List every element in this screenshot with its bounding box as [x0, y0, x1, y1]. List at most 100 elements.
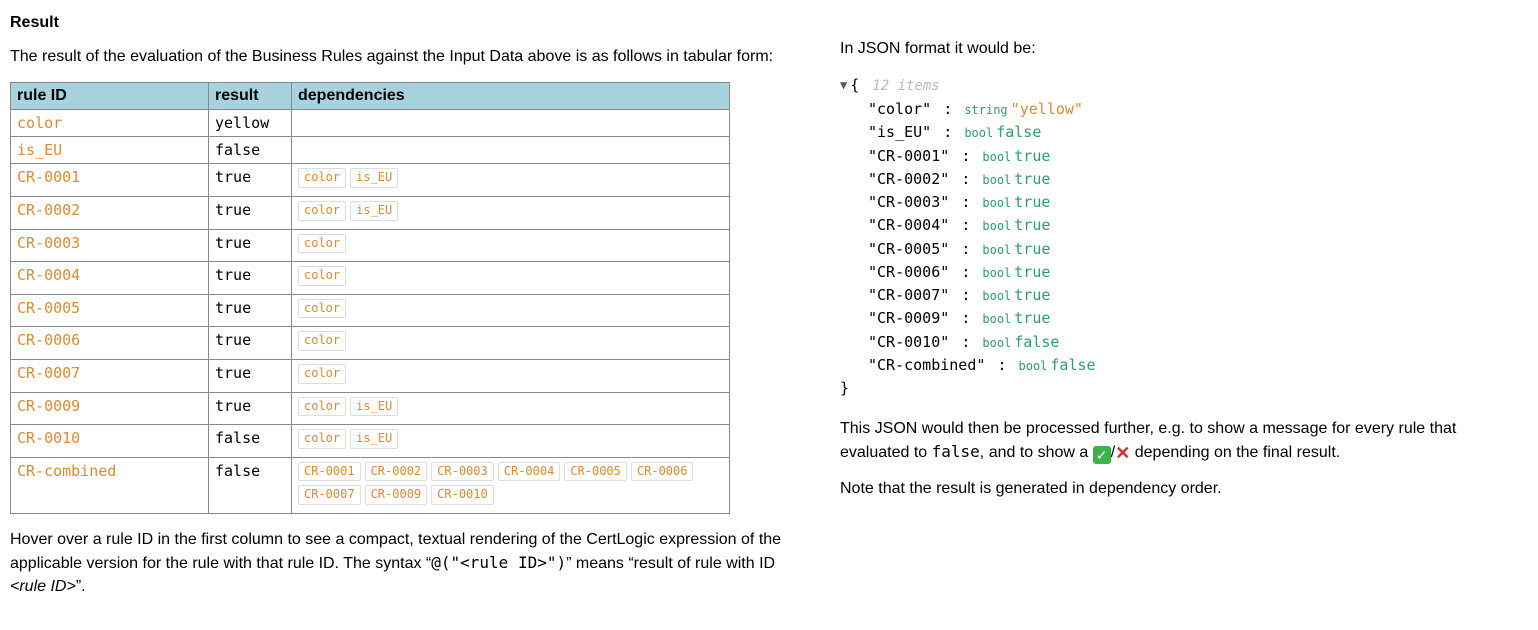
- json-open-line[interactable]: ▼{ 12 items: [840, 74, 1528, 98]
- dependencies-cell: color: [292, 327, 730, 360]
- collapse-toggle-icon[interactable]: ▼: [840, 76, 847, 95]
- dependency-tag: CR-0002: [365, 462, 428, 482]
- table-row: coloryellow: [11, 110, 730, 137]
- table-header-row: rule ID result dependencies: [11, 83, 730, 110]
- dependency-tag: CR-0006: [631, 462, 694, 482]
- table-row: CR-0006truecolor: [11, 327, 730, 360]
- rule-id-cell[interactable]: CR-0003: [11, 229, 209, 262]
- rule-id-cell[interactable]: CR-0002: [11, 196, 209, 229]
- dependencies-cell: coloris_EU: [292, 392, 730, 425]
- table-row: CR-0007truecolor: [11, 359, 730, 392]
- rule-id-cell[interactable]: CR-0005: [11, 294, 209, 327]
- dependencies-cell: coloris_EU: [292, 196, 730, 229]
- json-value: false: [1050, 356, 1095, 374]
- rule-id-cell[interactable]: CR-0009: [11, 392, 209, 425]
- json-type-label: bool: [982, 312, 1011, 326]
- json-type-label: bool: [982, 173, 1011, 187]
- json-key: "CR-0005": [868, 240, 949, 258]
- json-key: "CR-0010": [868, 333, 949, 351]
- hint-rule-id-em: <rule ID>: [10, 578, 76, 595]
- check-icon: ✓: [1093, 446, 1111, 464]
- rule-id-cell[interactable]: CR-0010: [11, 425, 209, 458]
- dependency-tag: CR-0009: [365, 485, 428, 505]
- table-row: CR-0004truecolor: [11, 262, 730, 295]
- followup-mid: , and to show a: [980, 444, 1093, 461]
- json-entry: "color" : string"yellow": [840, 98, 1528, 121]
- json-colon: :: [961, 309, 970, 327]
- dependencies-cell: coloris_EU: [292, 164, 730, 197]
- json-colon: :: [997, 356, 1006, 374]
- json-key: "CR-combined": [868, 356, 985, 374]
- dependencies-cell: coloris_EU: [292, 425, 730, 458]
- dependency-tag: is_EU: [350, 201, 398, 221]
- json-colon: :: [961, 170, 970, 188]
- json-type-label: bool: [982, 289, 1011, 303]
- json-entry: "CR-0003" : booltrue: [840, 191, 1528, 214]
- dependency-tag: CR-0003: [431, 462, 494, 482]
- json-type-label: bool: [982, 219, 1011, 233]
- hover-hint: Hover over a rule ID in the first column…: [10, 528, 800, 599]
- json-value: true: [1014, 147, 1050, 165]
- result-cell: true: [209, 164, 292, 197]
- dependency-tag: is_EU: [350, 397, 398, 417]
- result-cell: true: [209, 392, 292, 425]
- table-row: CR-0010falsecoloris_EU: [11, 425, 730, 458]
- rule-id-cell[interactable]: color: [11, 110, 209, 137]
- rule-id-cell[interactable]: CR-0004: [11, 262, 209, 295]
- json-value: true: [1014, 193, 1050, 211]
- json-colon: :: [961, 333, 970, 351]
- json-intro: In JSON format it would be:: [840, 38, 1528, 60]
- rule-id-cell[interactable]: CR-0001: [11, 164, 209, 197]
- json-value: false: [1014, 333, 1059, 351]
- json-colon: :: [961, 216, 970, 234]
- json-colon: :: [961, 263, 970, 281]
- result-cell: true: [209, 359, 292, 392]
- dependencies-cell: color: [292, 359, 730, 392]
- json-entry: "CR-combined" : boolfalse: [840, 354, 1528, 377]
- result-intro: The result of the evaluation of the Busi…: [10, 46, 800, 68]
- col-rule-id: rule ID: [11, 83, 209, 110]
- dependency-tag: color: [298, 331, 346, 351]
- json-type-label: bool: [982, 336, 1011, 350]
- result-cell: yellow: [209, 110, 292, 137]
- table-row: CR-combinedfalseCR-0001CR-0002CR-0003CR-…: [11, 457, 730, 513]
- json-key: "CR-0007": [868, 286, 949, 304]
- rule-id-cell[interactable]: CR-combined: [11, 457, 209, 513]
- table-row: is_EUfalse: [11, 137, 730, 164]
- json-key: "color": [868, 100, 931, 118]
- json-type-label: string: [964, 103, 1007, 117]
- dependencies-cell: [292, 110, 730, 137]
- json-value: true: [1014, 263, 1050, 281]
- result-cell: true: [209, 294, 292, 327]
- dependency-tag: color: [298, 266, 346, 286]
- rule-id-cell[interactable]: CR-0006: [11, 327, 209, 360]
- hint-syntax: @("<rule ID>"): [431, 553, 566, 572]
- dependency-tag: color: [298, 168, 346, 188]
- json-close-line: }: [840, 377, 1528, 400]
- json-key: "CR-0009": [868, 309, 949, 327]
- json-value: true: [1014, 216, 1050, 234]
- dependency-tag: color: [298, 397, 346, 417]
- json-type-label: bool: [982, 196, 1011, 210]
- result-cell: false: [209, 425, 292, 458]
- json-entry: "CR-0002" : booltrue: [840, 168, 1528, 191]
- rule-id-cell[interactable]: is_EU: [11, 137, 209, 164]
- dependency-tag: CR-0010: [431, 485, 494, 505]
- followup-false: false: [932, 442, 980, 461]
- json-type-label: bool: [964, 126, 993, 140]
- dependency-tag: CR-0005: [564, 462, 627, 482]
- table-row: CR-0003truecolor: [11, 229, 730, 262]
- brace-close: }: [840, 379, 849, 397]
- brace-open: {: [850, 76, 859, 94]
- dependencies-cell: color: [292, 229, 730, 262]
- result-cell: true: [209, 229, 292, 262]
- json-value: false: [996, 123, 1041, 141]
- rule-id-cell[interactable]: CR-0007: [11, 359, 209, 392]
- json-entry: "CR-0001" : booltrue: [840, 145, 1528, 168]
- json-type-label: bool: [982, 266, 1011, 280]
- json-type-label: bool: [982, 150, 1011, 164]
- dependency-tag: CR-0004: [498, 462, 561, 482]
- result-cell: true: [209, 196, 292, 229]
- col-result: result: [209, 83, 292, 110]
- hint-text-post: ”.: [76, 578, 86, 595]
